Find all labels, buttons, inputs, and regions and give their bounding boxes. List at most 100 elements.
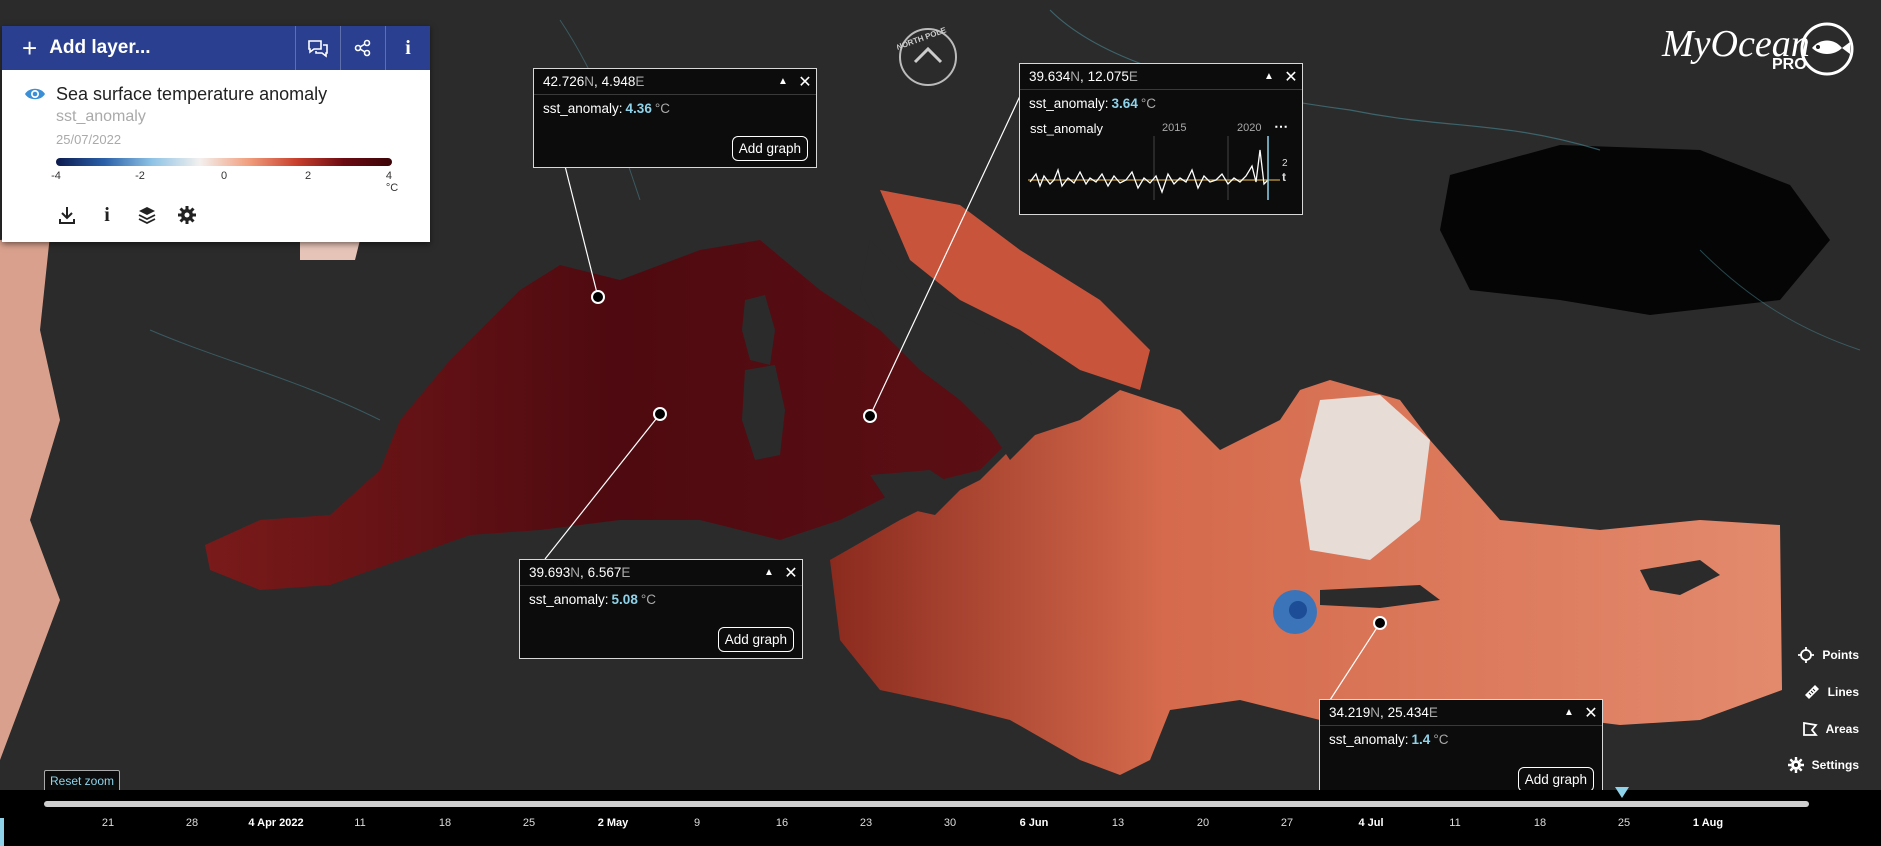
variable-value: 4.36: [625, 100, 652, 116]
lat-value: 42.726: [543, 74, 585, 89]
timeline[interactable]: 21 28 4 Apr 2022 11 18 25 2 May 9 16 23 …: [0, 787, 1881, 846]
popup-value-row: sst_anomaly: 3.64 °C: [1020, 90, 1302, 116]
ruler-icon: [1804, 685, 1819, 699]
lat-letter: N: [570, 565, 581, 580]
add-layer-button[interactable]: + Add layer...: [2, 26, 295, 70]
timeline-label[interactable]: 1 Aug: [1693, 817, 1723, 829]
info-button[interactable]: i: [385, 26, 430, 70]
lines-tool[interactable]: Lines: [1804, 684, 1859, 700]
settings-icon: [1787, 757, 1804, 773]
point-popup: 39.693N, 6.567E ▲ ✕ sst_anomaly: 5.08 °C A…: [519, 559, 803, 659]
share-icon: [354, 39, 371, 57]
timeline-label[interactable]: 23: [860, 817, 872, 829]
info-icon: i: [104, 203, 110, 226]
timeline-label[interactable]: 25: [1618, 817, 1630, 829]
variable-name: sst_anomaly:: [1329, 731, 1409, 747]
variable-unit: °C: [654, 100, 670, 116]
collapse-button[interactable]: ▲: [1258, 66, 1280, 88]
popup-coordinates: 39.693N, 6.567E: [529, 565, 631, 580]
triangle-up-icon: ▲: [764, 567, 774, 578]
add-graph-button[interactable]: Add graph: [731, 136, 808, 161]
timeline-label[interactable]: 11: [1449, 817, 1460, 829]
add-graph-button[interactable]: Add graph: [1517, 767, 1594, 792]
colorbar: [56, 158, 392, 166]
mini-graph[interactable]: sst_anomaly 2015 2020 ⋯ 2 t: [1028, 118, 1292, 206]
graph-unit: t: [1282, 170, 1286, 184]
timeline-label[interactable]: 25: [523, 817, 535, 829]
layer-info-button[interactable]: i: [96, 204, 118, 226]
timeline-label[interactable]: 13: [1112, 817, 1124, 829]
timeline-label[interactable]: 28: [186, 817, 198, 829]
popup-coordinates: 34.219N, 25.434E: [1329, 705, 1438, 720]
share-button[interactable]: [340, 26, 385, 70]
reset-zoom-button[interactable]: Reset zoom: [44, 770, 121, 792]
timeline-label[interactable]: 9: [694, 817, 700, 829]
timeline-labels: 21 28 4 Apr 2022 11 18 25 2 May 9 16 23 …: [0, 817, 1881, 833]
point-popup: 34.219N, 25.434E ▲ ✕ sst_anomaly: 1.4 °C A…: [1319, 699, 1603, 799]
lon-letter: E: [1428, 705, 1438, 720]
lat-letter: N: [584, 74, 595, 89]
download-icon: [59, 207, 75, 224]
lon-letter: E: [635, 74, 645, 89]
popup-value-row: sst_anomaly: 1.4 °C: [1320, 726, 1602, 752]
timeline-label[interactable]: 4 Jul: [1358, 817, 1383, 829]
add-graph-button[interactable]: Add graph: [717, 627, 794, 652]
download-button[interactable]: [56, 204, 78, 226]
lon-value: 12.075: [1087, 69, 1129, 84]
colorbar-tick: -4: [51, 170, 61, 182]
settings-button[interactable]: [176, 204, 198, 226]
popup-header: 34.219N, 25.434E ▲ ✕: [1320, 700, 1602, 726]
settings-tool[interactable]: Settings: [1787, 757, 1859, 773]
brand-logo: MyOcean PRO: [1660, 20, 1870, 80]
triangle-up-icon: ▲: [778, 76, 788, 87]
variable-value: 5.08: [611, 591, 638, 607]
close-button[interactable]: ✕: [780, 562, 802, 584]
close-button[interactable]: ✕: [1580, 702, 1602, 724]
map-marker[interactable]: [1373, 616, 1387, 630]
more-options-icon[interactable]: ⋯: [1274, 118, 1288, 135]
colorbar-tick: 0: [220, 170, 228, 182]
close-button[interactable]: ✕: [1280, 66, 1302, 88]
map-marker[interactable]: [863, 409, 877, 423]
collapse-button[interactable]: ▲: [758, 562, 780, 584]
collapse-button[interactable]: ▲: [772, 71, 794, 93]
lon-value: 25.434: [1387, 705, 1429, 720]
north-pole-compass[interactable]: NORTH POLE: [897, 26, 959, 88]
layers-button[interactable]: [136, 204, 158, 226]
lines-label: Lines: [1827, 685, 1859, 699]
settings-icon: [178, 206, 196, 224]
variable-unit: °C: [1433, 731, 1449, 747]
timeline-label[interactable]: 11: [354, 817, 365, 829]
timeline-label[interactable]: 16: [776, 817, 788, 829]
timeline-label[interactable]: 27: [1281, 817, 1293, 829]
visibility-eye-icon[interactable]: [24, 86, 46, 102]
timeline-track[interactable]: [44, 801, 1809, 807]
close-icon: ✕: [1584, 704, 1598, 722]
timeline-label[interactable]: 18: [439, 817, 451, 829]
timeline-label[interactable]: 18: [1534, 817, 1546, 829]
timeline-label[interactable]: 30: [944, 817, 956, 829]
layer-date: 25/07/2022: [56, 132, 122, 147]
points-tool[interactable]: Points: [1798, 647, 1859, 663]
collapse-button[interactable]: ▲: [1558, 702, 1580, 724]
graph-ytick: 2: [1282, 158, 1288, 169]
timeline-label[interactable]: 2 May: [598, 817, 629, 829]
info-icon: i: [405, 36, 411, 59]
popup-header: 42.726N, 4.948E ▲ ✕: [534, 69, 816, 95]
map-marker[interactable]: [653, 407, 667, 421]
timeline-label[interactable]: 4 Apr 2022: [248, 817, 303, 829]
plus-icon: +: [22, 33, 38, 63]
map-marker[interactable]: [591, 290, 605, 304]
timeline-handle[interactable]: [1615, 787, 1629, 798]
comment-button[interactable]: [295, 26, 340, 70]
timeline-label[interactable]: 6 Jun: [1020, 817, 1049, 829]
settings-label: Settings: [1811, 758, 1859, 772]
lon-value: 6.567: [587, 565, 622, 580]
timeline-label[interactable]: 21: [102, 817, 114, 829]
add-layer-label: Add layer...: [49, 37, 151, 58]
close-button[interactable]: ✕: [794, 71, 816, 93]
timeline-label[interactable]: 20: [1197, 817, 1209, 829]
lat-value: 39.693: [529, 565, 571, 580]
areas-tool[interactable]: Areas: [1802, 721, 1859, 737]
timeline-edge-marker: [0, 818, 4, 846]
